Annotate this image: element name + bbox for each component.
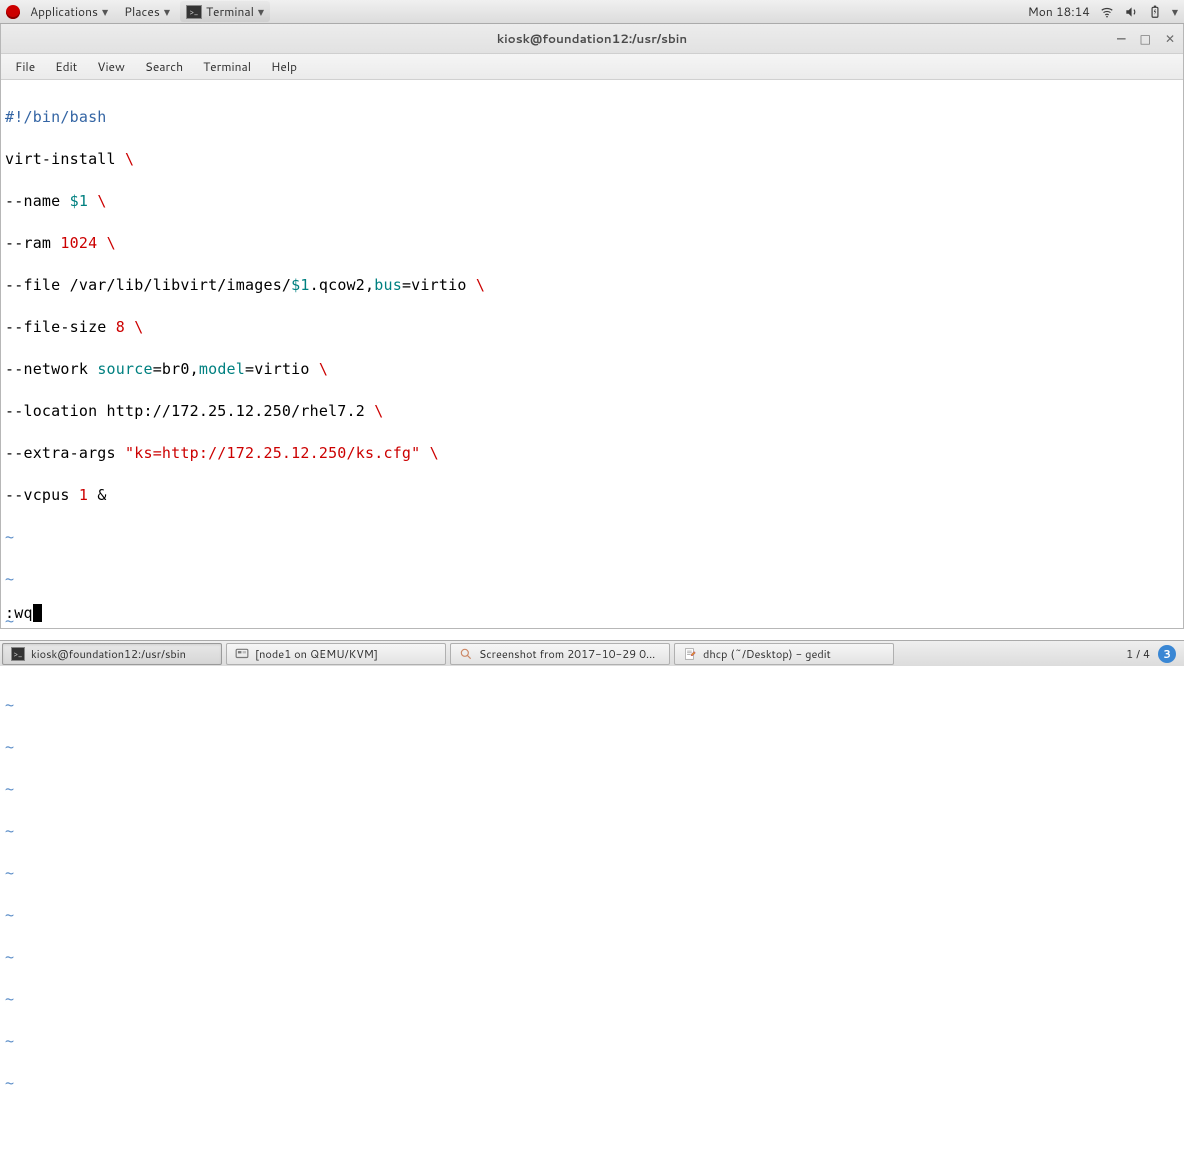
volume-icon[interactable] xyxy=(1124,5,1138,19)
window-title: kiosk@foundation12:/usr/sbin xyxy=(497,30,687,47)
vim-cmd-text: :wq xyxy=(5,604,33,622)
vim-tilde: ~ xyxy=(5,737,1179,758)
vim-text: =br0, xyxy=(153,360,199,378)
gnome-bottom-panel: >_ kiosk@foundation12:/usr/sbin [node1 o… xyxy=(0,640,1184,666)
vim-tilde: ~ xyxy=(5,863,1179,884)
vim-number: 1024 xyxy=(60,234,97,252)
vim-backslash: \ xyxy=(476,276,485,294)
vim-text: .qcow2, xyxy=(310,276,375,294)
vim-text: --file-size xyxy=(5,318,116,336)
menu-edit[interactable]: Edit xyxy=(47,56,85,77)
terminal-icon: >_ xyxy=(11,647,25,661)
vim-keyword: bus xyxy=(374,276,402,294)
vim-text xyxy=(88,192,97,210)
minimize-button[interactable]: — xyxy=(1117,30,1126,47)
vim-tilde: ~ xyxy=(5,527,1179,548)
clock[interactable]: Mon 18:14 xyxy=(1028,3,1090,20)
vim-backslash: \ xyxy=(125,150,134,168)
vim-backslash: \ xyxy=(97,192,106,210)
vim-keyword: source xyxy=(97,360,152,378)
vim-tilde: ~ xyxy=(5,989,1179,1010)
vim-tilde: ~ xyxy=(5,1031,1179,1052)
vim-backslash: \ xyxy=(319,360,328,378)
virt-manager-icon xyxy=(235,647,249,661)
places-menu[interactable]: Places ▼ xyxy=(118,1,176,22)
maximize-button[interactable]: □ xyxy=(1140,30,1151,47)
vim-tilde: ~ xyxy=(5,1073,1179,1094)
vim-text xyxy=(97,234,106,252)
terminal-window: kiosk@foundation12:/usr/sbin — □ ✕ File … xyxy=(0,24,1184,629)
vim-text: --network xyxy=(5,360,97,378)
vim-text: =virtio xyxy=(245,360,319,378)
vim-keyword: model xyxy=(199,360,245,378)
places-label: Places xyxy=(124,3,160,20)
notification-badge[interactable]: 3 xyxy=(1158,645,1176,663)
menu-terminal[interactable]: Terminal xyxy=(195,56,259,77)
vim-backslash: \ xyxy=(374,402,383,420)
vim-number: 8 xyxy=(116,318,125,336)
app-menu-label: Terminal xyxy=(206,3,254,20)
image-icon xyxy=(459,647,473,661)
vim-text: --location http://172.25.12.250/rhel7.2 xyxy=(5,402,374,420)
vim-line: #!/bin/bash xyxy=(5,108,107,126)
task-virt-manager[interactable]: [node1 on QEMU/KVM] xyxy=(226,643,446,665)
vim-text: & xyxy=(88,486,106,504)
close-button[interactable]: ✕ xyxy=(1165,30,1175,47)
task-label: Screenshot from 2017-10-29 0... xyxy=(479,646,655,662)
vim-command-line[interactable]: :wq xyxy=(5,603,42,624)
network-icon[interactable] xyxy=(1100,5,1114,19)
vim-string: "ks=http://172.25.12.250/ks.cfg" xyxy=(125,444,420,462)
vim-text: --extra-args xyxy=(5,444,125,462)
task-label: dhcp (~/Desktop) - gedit xyxy=(703,646,831,662)
vim-tilde: ~ xyxy=(5,779,1179,800)
vim-backslash: \ xyxy=(107,234,116,252)
terminal-icon: >_ xyxy=(186,5,202,19)
menu-help[interactable]: Help xyxy=(263,56,305,77)
vim-text: --ram xyxy=(5,234,60,252)
chevron-down-icon[interactable]: ▼ xyxy=(1172,6,1178,18)
task-gedit[interactable]: dhcp (~/Desktop) - gedit xyxy=(674,643,894,665)
chevron-down-icon: ▼ xyxy=(258,6,264,18)
vim-text xyxy=(125,318,134,336)
vim-var: $1 xyxy=(291,276,309,294)
vim-tilde: ~ xyxy=(5,695,1179,716)
menu-file[interactable]: File xyxy=(7,56,43,77)
terminal-menubar: File Edit View Search Terminal Help xyxy=(1,54,1183,80)
chevron-down-icon: ▼ xyxy=(102,6,108,18)
task-label: [node1 on QEMU/KVM] xyxy=(255,646,378,662)
vim-text: --name xyxy=(5,192,70,210)
vim-backslash: \ xyxy=(134,318,143,336)
applications-menu[interactable]: Applications ▼ xyxy=(24,1,114,22)
gedit-icon xyxy=(683,647,697,661)
battery-icon[interactable] xyxy=(1148,5,1162,19)
vim-backslash: \ xyxy=(430,444,439,462)
vim-text: --vcpus xyxy=(5,486,79,504)
terminal-viewport[interactable]: #!/bin/bash virt-install \ --name $1 \ -… xyxy=(1,80,1183,628)
distro-logo-icon xyxy=(6,5,20,19)
vim-tilde: ~ xyxy=(5,821,1179,842)
window-titlebar[interactable]: kiosk@foundation12:/usr/sbin — □ ✕ xyxy=(1,24,1183,54)
menu-view[interactable]: View xyxy=(89,56,133,77)
task-image-viewer[interactable]: Screenshot from 2017-10-29 0... xyxy=(450,643,670,665)
vim-tilde: ~ xyxy=(5,611,1179,632)
task-terminal[interactable]: >_ kiosk@foundation12:/usr/sbin xyxy=(2,643,222,665)
cursor-icon xyxy=(33,604,42,622)
vim-tilde: ~ xyxy=(5,905,1179,926)
task-label: kiosk@foundation12:/usr/sbin xyxy=(31,646,186,662)
menu-search[interactable]: Search xyxy=(137,56,191,77)
chevron-down-icon: ▼ xyxy=(164,6,170,18)
vim-tilde: ~ xyxy=(5,947,1179,968)
app-menu-terminal[interactable]: >_ Terminal ▼ xyxy=(180,1,270,22)
vim-text: virt-install xyxy=(5,150,125,168)
vim-text: --file /var/lib/libvirt/images/ xyxy=(5,276,291,294)
gnome-top-panel: Applications ▼ Places ▼ >_ Terminal ▼ Mo… xyxy=(0,0,1184,24)
vim-text: =virtio xyxy=(402,276,476,294)
workspace-indicator[interactable]: 1 / 4 xyxy=(1126,646,1150,662)
vim-tilde: ~ xyxy=(5,569,1179,590)
vim-var: $1 xyxy=(70,192,88,210)
vim-number: 1 xyxy=(79,486,88,504)
applications-label: Applications xyxy=(30,3,98,20)
vim-text xyxy=(420,444,429,462)
